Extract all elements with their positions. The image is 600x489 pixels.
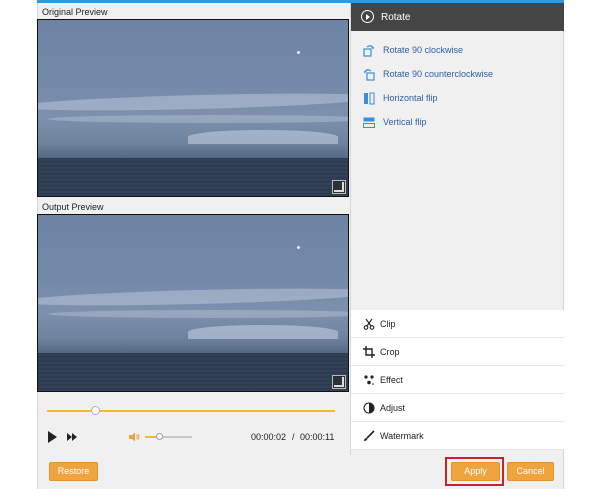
mountain bbox=[188, 130, 338, 144]
brush-icon bbox=[364, 430, 375, 441]
video-frame bbox=[38, 20, 348, 196]
edit-sidebar: Rotate Rotate 90 clockwise Rotate 90 cou… bbox=[350, 3, 564, 455]
current-time: 00:00:02 bbox=[251, 432, 287, 442]
original-preview-video bbox=[37, 19, 349, 197]
cloud bbox=[48, 115, 348, 123]
tool-clip[interactable]: Clip bbox=[351, 310, 564, 338]
horizontal-flip-icon bbox=[364, 92, 375, 105]
scissors-icon bbox=[363, 318, 375, 330]
fullscreen-icon[interactable] bbox=[332, 180, 346, 194]
output-preview-label: Output Preview bbox=[42, 202, 104, 212]
vertical-flip-label: Vertical flip bbox=[383, 117, 427, 127]
sea bbox=[38, 158, 348, 196]
rotate-icon bbox=[361, 10, 374, 23]
volume-handle[interactable] bbox=[155, 433, 163, 440]
tool-list: Clip Crop Effect Adjust Watermark bbox=[351, 310, 564, 450]
volume-icon[interactable] bbox=[128, 431, 140, 443]
tool-effect[interactable]: Effect bbox=[351, 366, 564, 394]
tool-crop[interactable]: Crop bbox=[351, 338, 564, 366]
restore-button[interactable]: Restore bbox=[49, 462, 98, 481]
cancel-button[interactable]: Cancel bbox=[507, 462, 554, 481]
rotate-clockwise-label: Rotate 90 clockwise bbox=[383, 45, 464, 55]
tool-adjust[interactable]: Adjust bbox=[351, 394, 564, 422]
vertical-flip-icon bbox=[363, 117, 375, 128]
cloud bbox=[38, 90, 348, 114]
rotate-header-title: Rotate bbox=[381, 12, 411, 23]
rotate-clockwise-icon bbox=[363, 45, 374, 57]
original-preview-label: Original Preview bbox=[42, 7, 108, 17]
tool-watermark[interactable]: Watermark bbox=[351, 422, 564, 450]
cloud bbox=[48, 310, 348, 318]
rotate-header[interactable]: Rotate bbox=[351, 3, 564, 31]
video-frame bbox=[38, 215, 348, 391]
cloud bbox=[38, 285, 348, 309]
volume-slider[interactable] bbox=[145, 433, 192, 440]
tool-clip-label: Clip bbox=[380, 319, 396, 329]
sea bbox=[38, 353, 348, 391]
seek-bar[interactable] bbox=[47, 406, 335, 415]
horizontal-flip-label: Horizontal flip bbox=[383, 93, 438, 103]
crop-icon bbox=[363, 346, 375, 358]
apply-button[interactable]: Apply bbox=[451, 462, 500, 481]
fullscreen-icon[interactable] bbox=[332, 375, 346, 389]
rotate-counterclockwise-label: Rotate 90 counterclockwise bbox=[383, 69, 494, 79]
mountain bbox=[188, 325, 338, 339]
tool-adjust-label: Adjust bbox=[380, 403, 406, 413]
play-button[interactable] bbox=[48, 431, 57, 443]
output-preview-video bbox=[37, 214, 349, 392]
time-separator: / bbox=[292, 432, 295, 442]
tool-effect-label: Effect bbox=[380, 375, 403, 385]
fast-forward-button[interactable] bbox=[67, 433, 79, 443]
tool-watermark-label: Watermark bbox=[380, 431, 424, 441]
moon bbox=[297, 246, 300, 249]
moon bbox=[297, 51, 300, 54]
effect-icon bbox=[364, 375, 374, 385]
tool-crop-label: Crop bbox=[380, 347, 400, 357]
total-time: 00:00:11 bbox=[300, 432, 335, 442]
adjust-icon bbox=[363, 402, 375, 414]
rotate-counterclockwise-icon bbox=[364, 69, 375, 81]
